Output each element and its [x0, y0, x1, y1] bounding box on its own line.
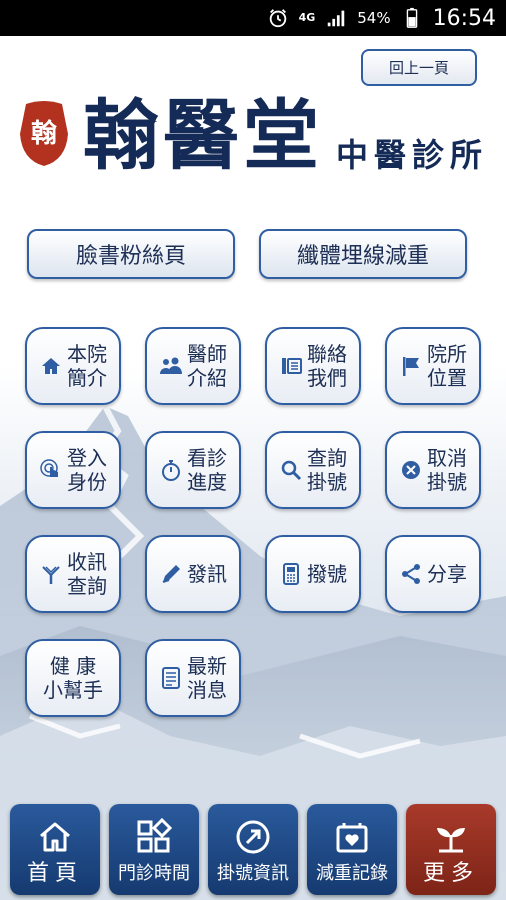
antenna-icon [42, 566, 60, 584]
tile-send-message[interactable]: 發訊 [145, 535, 241, 613]
tile-label: 院所 位置 [427, 342, 467, 390]
sprout-icon [437, 828, 465, 853]
signal-icon [328, 10, 345, 27]
tile-inbox[interactable]: 收訊 查詢 [25, 535, 121, 613]
tile-label: 健 康 小幫手 [43, 654, 103, 702]
facebook-page-button[interactable]: 臉書粉絲頁 [27, 229, 235, 279]
news-icon [162, 667, 180, 689]
nav-label: 更多 [422, 861, 479, 886]
tile-label: 最新 消息 [187, 654, 227, 702]
cancel-icon [402, 461, 420, 479]
tile-query-registration[interactable]: 查詢 掛號 [265, 431, 361, 509]
facebook-page-label: 臉書粉絲頁 [75, 244, 186, 269]
status-bar: 4G 54% 16:54 [0, 0, 506, 36]
tile-progress[interactable]: 看診 進度 [145, 431, 241, 509]
nav-weight-record[interactable]: 減重記錄 [307, 804, 397, 895]
tile-label: 分享 [427, 562, 467, 586]
tile-label: 撥號 [307, 562, 347, 586]
tile-dial[interactable]: 撥號 [265, 535, 361, 613]
tile-label: 發訊 [187, 562, 227, 586]
weight-loss-label: 纖體埋線減重 [296, 244, 429, 269]
logo-title: 翰醫堂 [83, 91, 323, 180]
schedule-icon [137, 817, 173, 853]
logo-subtitle: 中醫診所 [336, 136, 489, 174]
stopwatch-icon [162, 460, 180, 481]
tile-doctors[interactable]: 醫師 介紹 [145, 327, 241, 405]
weight-loss-button[interactable]: 纖體埋線減重 [259, 229, 467, 279]
nav-label: 減重記錄 [316, 863, 388, 884]
tile-label: 醫師 介紹 [187, 342, 227, 390]
registration-icon [236, 820, 270, 854]
phone-icon [283, 563, 299, 585]
nav-clinic-hours[interactable]: 門診時間 [109, 804, 199, 895]
tile-label: 看診 進度 [187, 446, 227, 494]
battery-percent: 54% [357, 9, 391, 27]
nav-home[interactable]: 首頁 [10, 804, 100, 895]
share-icon [402, 564, 420, 584]
home-icon [40, 822, 70, 852]
clock: 16:54 [432, 5, 496, 31]
tile-share[interactable]: 分享 [385, 535, 481, 613]
tile-location[interactable]: 院所 位置 [385, 327, 481, 405]
tile-label: 取消 掛號 [427, 446, 467, 494]
nav-label: 掛號資訊 [217, 863, 289, 884]
nav-label: 首頁 [26, 861, 83, 886]
tile-health-helper[interactable]: 健 康 小幫手 [25, 639, 121, 717]
flag-icon [403, 357, 419, 376]
search-icon [281, 460, 302, 481]
tile-label: 聯絡 我們 [307, 342, 347, 390]
nav-registration-info[interactable]: 掛號資訊 [208, 804, 298, 895]
contact-icon [282, 358, 302, 374]
login-icon [40, 459, 58, 477]
doctors-icon [160, 357, 182, 374]
weight-record-icon [336, 823, 368, 853]
tile-label: 登入 身份 [67, 446, 107, 494]
pencil-icon [162, 565, 180, 583]
nav-label: 門診時間 [118, 863, 190, 884]
back-button-label: 回上一頁 [388, 59, 449, 77]
tile-cancel-registration[interactable]: 取消 掛號 [385, 431, 481, 509]
tile-label: 收訊 查詢 [67, 550, 107, 598]
tile-label: 本院 簡介 [67, 342, 107, 390]
tile-news[interactable]: 最新 消息 [145, 639, 241, 717]
logo-seal: 翰 [20, 101, 68, 166]
tile-contact[interactable]: 聯絡 我們 [265, 327, 361, 405]
battery-icon [406, 7, 417, 28]
tile-login[interactable]: 登入 身份 [25, 431, 121, 509]
tile-label: 查詢 掛號 [307, 446, 347, 494]
logo-seal-text: 翰 [31, 118, 57, 149]
bottom-nav: 首頁 門診時間 掛號資訊 減重記錄 更多 [0, 800, 506, 900]
network-type: 4G [298, 11, 316, 24]
tile-clinic-intro[interactable]: 本院 簡介 [25, 327, 121, 405]
alarm-icon [269, 9, 286, 28]
back-button[interactable]: 回上一頁 [361, 49, 477, 86]
nav-more[interactable]: 更多 [406, 804, 496, 895]
home-icon [42, 358, 60, 374]
